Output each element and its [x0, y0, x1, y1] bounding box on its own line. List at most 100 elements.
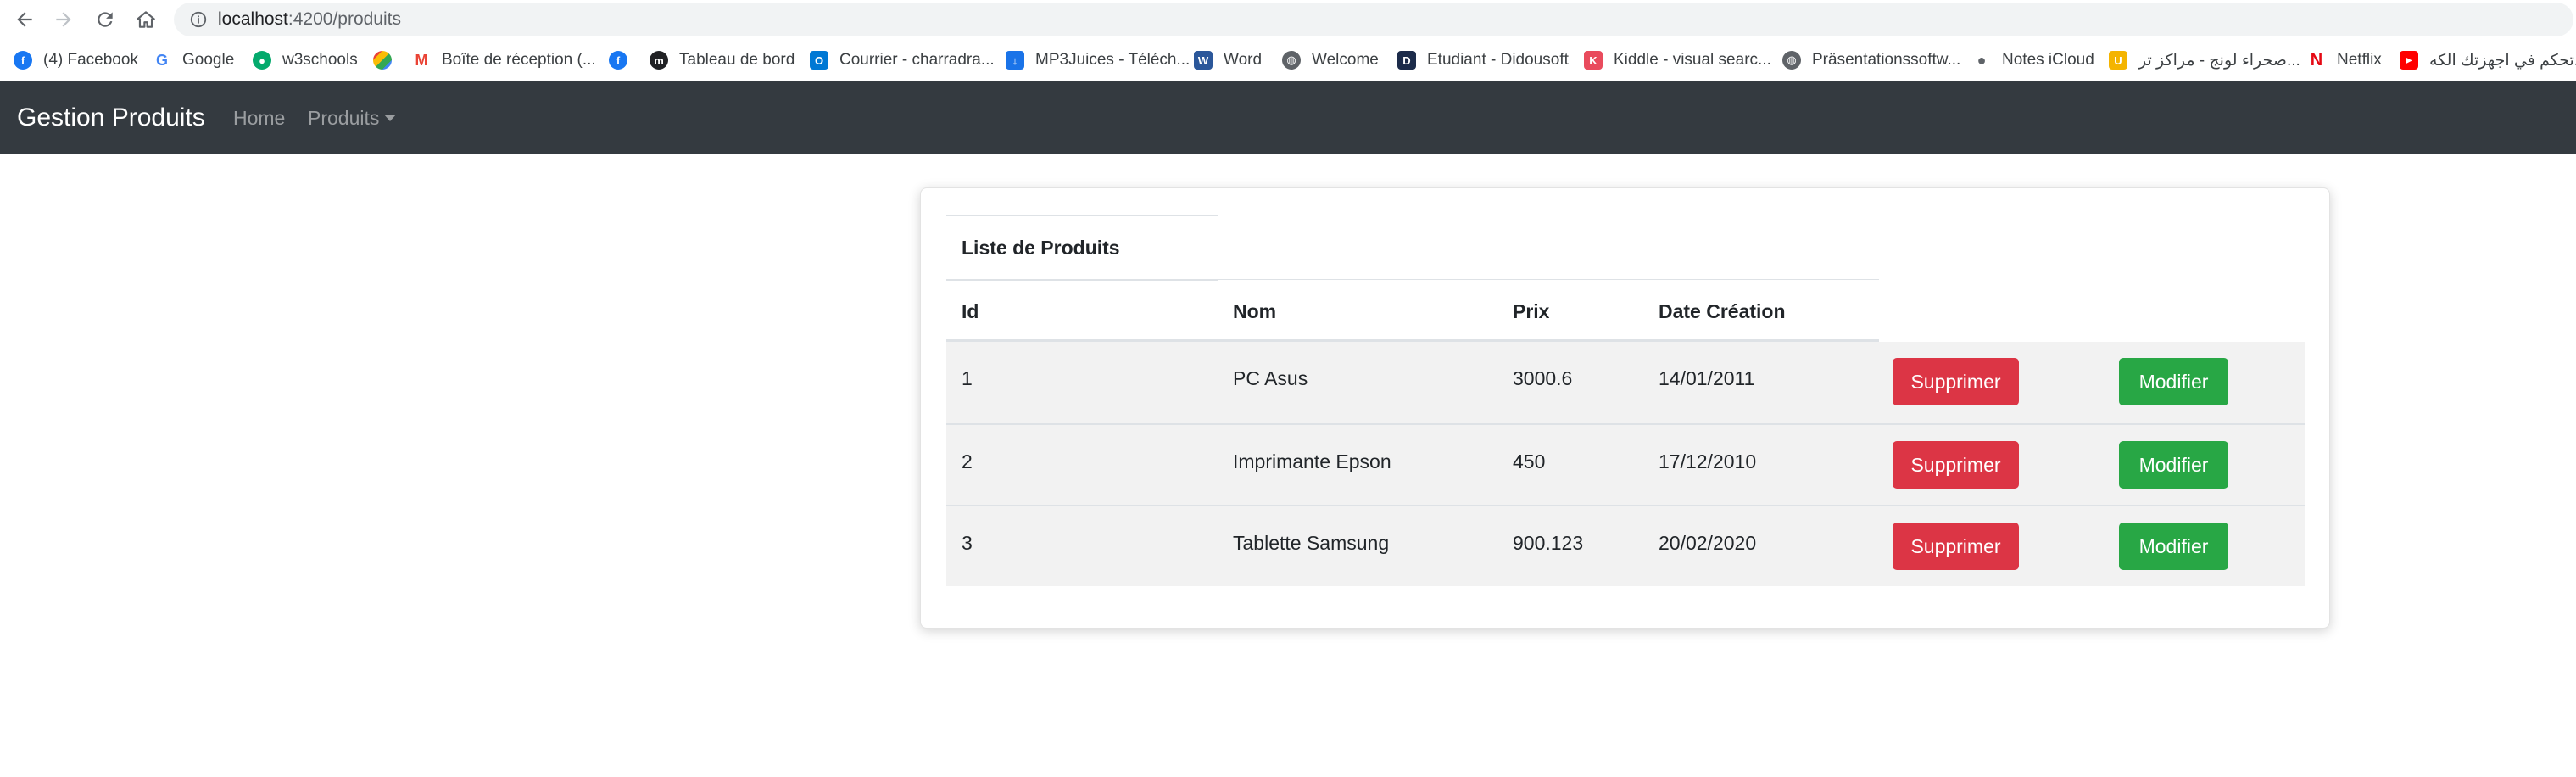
nav-produits-dropdown[interactable]: Produits — [308, 81, 397, 154]
youtube-icon: ▶ — [2400, 51, 2418, 70]
bookmark-label: Courrier - charradra... — [839, 51, 995, 69]
info-icon[interactable] — [189, 10, 208, 29]
app-navbar: Gestion Produits Home Produits — [0, 81, 2576, 154]
bookmark-notes-icloud[interactable]: ● Notes iCloud — [1972, 48, 2094, 73]
column-header-date: Date Création — [1659, 300, 1786, 322]
bookmark-tableau-de-bord[interactable]: m Tableau de bord — [650, 48, 795, 73]
table-row: 1 PC Asus 3000.6 14/01/2011 Supprimer Mo… — [946, 342, 2305, 423]
column-header-id: Id — [962, 300, 979, 322]
arrow-left-icon — [17, 12, 32, 27]
moodle-icon: m — [650, 51, 668, 70]
bookmark-google-photos[interactable] — [373, 48, 403, 73]
bookmark-google[interactable]: G Google — [153, 48, 234, 73]
products-card: Liste de Produits Id Nom Prix Date Créat… — [920, 187, 2330, 629]
bookmark-facebook[interactable]: f (4) Facebook — [14, 48, 138, 73]
url-text[interactable]: localhost:4200/produits — [218, 3, 401, 36]
bookmark-word[interactable]: W Word — [1194, 48, 1262, 73]
bookmark-label: Präsentationssoftw... — [1812, 51, 1961, 69]
bookmark-welcome[interactable]: ◍ Welcome — [1282, 48, 1379, 73]
cell-prix: 900.123 — [1513, 532, 1584, 554]
download-icon: ↓ — [1006, 51, 1024, 70]
caret-down-icon — [384, 114, 397, 121]
gmail-icon: M — [412, 51, 431, 70]
column-header-nom: Nom — [1233, 300, 1277, 322]
address-bar[interactable]: localhost:4200/produits — [174, 3, 2573, 36]
bookmark-facebook-2[interactable]: f — [609, 48, 638, 73]
reload-icon — [98, 12, 113, 27]
bookmarks-bar: f (4) Facebook G Google ● w3schools M Boîte … — [0, 39, 2576, 81]
bookmark-label: MP3Juices - Téléch... — [1035, 51, 1190, 69]
home-icon — [137, 11, 155, 28]
kiddle-icon: K — [1584, 51, 1603, 70]
column-header-prix: Prix — [1513, 300, 1550, 322]
bookmark-label: Google — [182, 51, 235, 69]
url-path: :4200/produits — [287, 9, 401, 29]
table-header: Id Nom Prix Date Création — [946, 279, 2305, 342]
bookmark-arabic-2[interactable]: ▶ تحكم في اجهزتك الكه... — [2400, 48, 2576, 73]
bookmark-outlook[interactable]: O Courrier - charradra... — [810, 48, 995, 73]
word-icon: W — [1194, 51, 1213, 70]
cell-nom: Tablette Samsung — [1233, 532, 1390, 554]
bookmark-gmail[interactable]: M Boîte de réception (... — [412, 48, 596, 73]
cell-prix: 3000.6 — [1513, 367, 1573, 389]
browser-toolbar: localhost:4200/produits — [0, 0, 2576, 39]
navbar-brand[interactable]: Gestion Produits — [17, 81, 205, 154]
cell-nom: PC Asus — [1233, 367, 1308, 389]
table-title: Liste de Produits — [946, 215, 1218, 281]
bookmark-praesentation[interactable]: ◍ Präsentationssoftw... — [1782, 48, 1960, 73]
edit-button[interactable]: Modifier — [2119, 441, 2228, 489]
bookmark-label: Etudiant - Didousoft — [1427, 51, 1569, 69]
bookmark-kiddle[interactable]: K Kiddle - visual searc... — [1584, 48, 1771, 73]
facebook-icon: f — [14, 51, 32, 70]
netflix-icon: N — [2307, 51, 2326, 70]
bookmark-w3schools[interactable]: ● w3schools — [253, 48, 358, 73]
edit-button[interactable]: Modifier — [2119, 523, 2228, 570]
bookmark-label: صحراء لونج - مراكز تر... — [2138, 51, 2300, 70]
bookmark-label: Boîte de réception (... — [442, 51, 596, 69]
w3schools-icon: ● — [253, 51, 271, 70]
didousoft-icon: D — [1397, 51, 1416, 70]
globe-icon: ◍ — [1282, 51, 1301, 70]
outlook-icon: O — [810, 51, 828, 70]
delete-button[interactable]: Supprimer — [1893, 441, 2019, 489]
delete-button[interactable]: Supprimer — [1893, 358, 2019, 405]
google-icon: G — [153, 51, 171, 70]
url-host: localhost — [218, 9, 288, 29]
bookmark-arabic-1[interactable]: U صحراء لونج - مراكز تر... — [2109, 48, 2300, 73]
globe-icon: ◍ — [1782, 51, 1801, 70]
google-photos-icon — [373, 51, 392, 70]
bookmark-label: تحكم في اجهزتك الكه... — [2429, 51, 2576, 70]
nav-home-link[interactable]: Home — [233, 81, 285, 154]
facebook-icon: f — [609, 51, 627, 70]
edit-button[interactable]: Modifier — [2119, 358, 2228, 405]
bookmark-didousoft[interactable]: D Etudiant - Didousoft — [1397, 48, 1569, 73]
delete-button[interactable]: Supprimer — [1893, 523, 2019, 570]
forward-button[interactable] — [50, 6, 77, 33]
cell-id: 3 — [962, 532, 973, 554]
bookmark-label: w3schools — [282, 51, 358, 69]
bookmark-label: Word — [1224, 51, 1263, 69]
back-button[interactable] — [11, 6, 38, 33]
cell-id: 2 — [962, 450, 973, 472]
cell-prix: 450 — [1513, 450, 1546, 472]
table-row: 2 Imprimante Epson 450 17/12/2010 Suppri… — [946, 423, 2305, 505]
apple-icon: ● — [1972, 51, 1991, 70]
arrow-right-icon — [56, 12, 71, 27]
cell-date: 20/02/2020 — [1659, 532, 1757, 554]
bookmark-label: Notes iCloud — [2002, 51, 2094, 69]
bookmark-label: Tableau de bord — [679, 51, 795, 69]
bookmark-mp3juices[interactable]: ↓ MP3Juices - Téléch... — [1006, 48, 1190, 73]
cell-nom: Imprimante Epson — [1233, 450, 1391, 472]
cell-date: 14/01/2011 — [1659, 367, 1755, 389]
bookmark-label: Kiddle - visual searc... — [1614, 51, 1771, 69]
reload-button[interactable] — [92, 6, 119, 33]
cell-date: 17/12/2010 — [1659, 450, 1757, 472]
nav-produits-label: Produits — [308, 107, 380, 129]
bookmark-netflix[interactable]: N Netflix — [2307, 48, 2382, 73]
bookmark-label: Netflix — [2337, 51, 2382, 69]
bookmark-label: Welcome — [1312, 51, 1379, 69]
table-row: 3 Tablette Samsung 900.123 20/02/2020 Su… — [946, 505, 2305, 586]
site-icon: U — [2109, 51, 2127, 70]
cell-id: 1 — [962, 367, 973, 389]
home-button[interactable] — [132, 6, 159, 33]
